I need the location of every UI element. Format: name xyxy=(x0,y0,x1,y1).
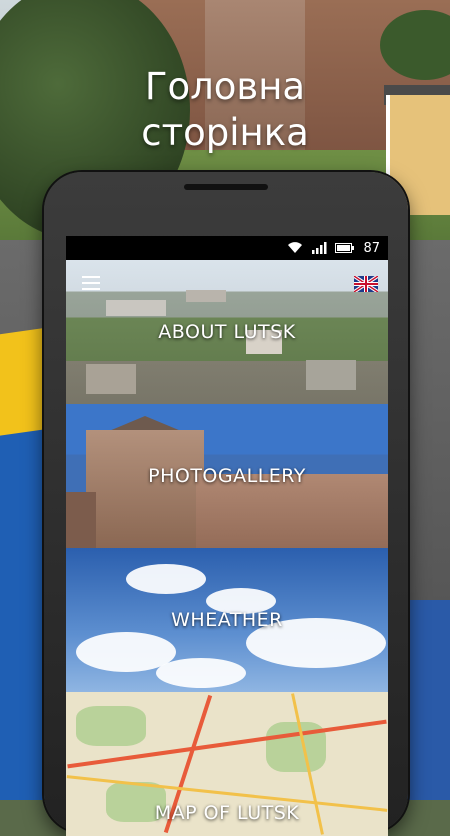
tile-weather[interactable]: WHEATHER xyxy=(66,548,388,692)
battery-icon xyxy=(335,243,355,253)
hamburger-menu-icon[interactable] xyxy=(82,276,104,292)
status-bar: 87 xyxy=(66,236,388,260)
page-headline: Головна сторінка xyxy=(141,65,309,154)
tile-map-of-lutsk[interactable]: MAP OF LUTSK xyxy=(66,692,388,836)
phone-frame: 87 ABOUT LUTSK PHOTOGALLERY WHEATHER MAP… xyxy=(44,172,408,836)
tile-weather-label: WHEATHER xyxy=(171,609,283,631)
phone-speaker xyxy=(184,184,268,190)
tile-photogallery[interactable]: PHOTOGALLERY xyxy=(66,404,388,548)
tile-photogallery-label: PHOTOGALLERY xyxy=(148,465,306,487)
tile-map-label: MAP OF LUTSK xyxy=(154,802,300,824)
tile-about-lutsk[interactable]: ABOUT LUTSK xyxy=(66,260,388,404)
phone-screen: 87 ABOUT LUTSK PHOTOGALLERY WHEATHER MAP… xyxy=(66,236,388,836)
battery-level: 87 xyxy=(363,240,380,256)
tile-about-label: ABOUT LUTSK xyxy=(158,321,296,343)
wifi-icon xyxy=(288,242,303,253)
signal-icon xyxy=(312,242,327,254)
uk-flag-icon[interactable] xyxy=(354,276,378,292)
